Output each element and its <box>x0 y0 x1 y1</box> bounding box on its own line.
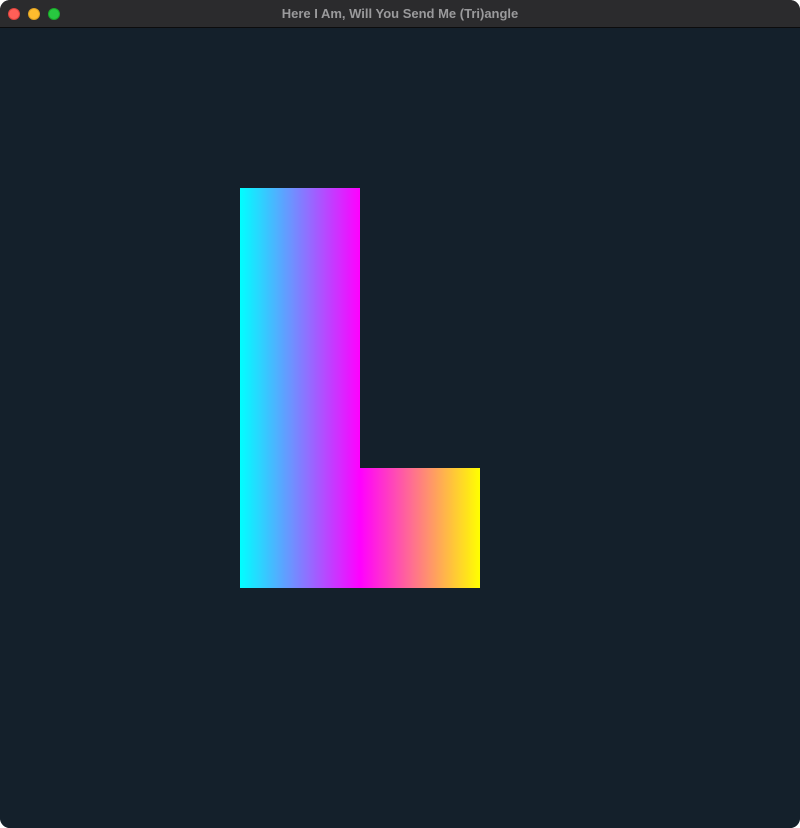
window-title: Here I Am, Will You Send Me (Tri)angle <box>281 6 519 21</box>
l-shape-vertical-bar <box>240 188 360 588</box>
title-bar[interactable]: Here I Am, Will You Send Me (Tri)angle <box>0 0 800 28</box>
l-shape-horizontal-bar <box>359 468 480 588</box>
l-shape-graphic <box>240 188 480 588</box>
render-canvas <box>0 28 800 828</box>
app-window: Here I Am, Will You Send Me (Tri)angle <box>0 0 800 828</box>
